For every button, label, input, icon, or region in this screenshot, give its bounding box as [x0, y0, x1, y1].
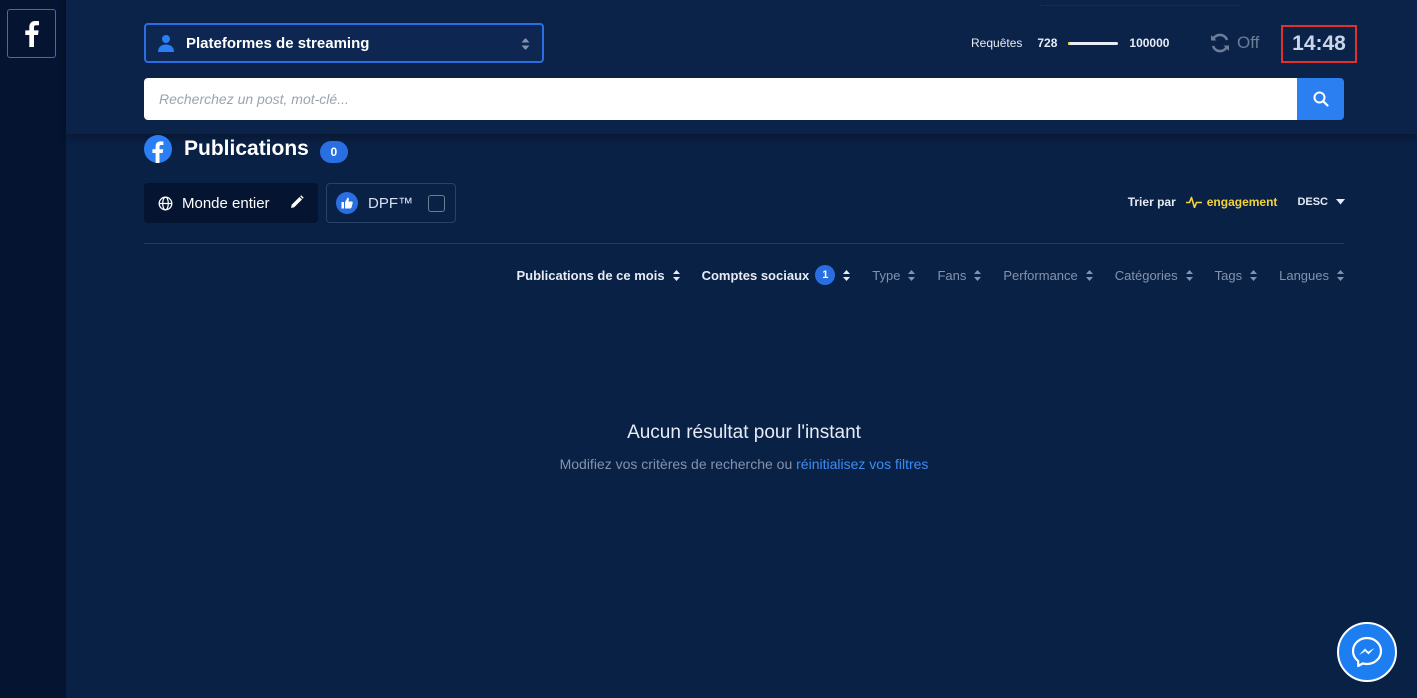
clock: 14:48: [1281, 25, 1357, 63]
region-selector[interactable]: Monde entier: [144, 183, 318, 223]
facebook-icon: [144, 135, 172, 163]
requests-counter: Requêtes 728 100000: [971, 36, 1169, 50]
filter-dropdown[interactable]: Fans: [937, 267, 982, 283]
requests-limit: 100000: [1129, 36, 1170, 50]
sort-arrows-icon: [908, 269, 916, 281]
pencil-icon[interactable]: [289, 195, 304, 210]
sort-arrows-icon: [1337, 269, 1344, 281]
filter-dropdown[interactable]: Tags: [1214, 267, 1258, 283]
sidebar: [0, 0, 66, 698]
top-divider: [1040, 0, 1240, 6]
dpf-label: DPF™: [368, 194, 413, 212]
auto-refresh-toggle[interactable]: Off: [1209, 33, 1259, 53]
auto-refresh-state: Off: [1237, 33, 1260, 52]
divider: [144, 243, 1344, 244]
search-bar: [144, 78, 1344, 120]
empty-state-text: Modifiez vos critères de recherche ou: [559, 456, 793, 472]
sort-control: Trier par engagement DESC: [1128, 195, 1345, 209]
filter-dropdown[interactable]: Type: [872, 267, 916, 283]
filter-label: Langues: [1279, 267, 1329, 283]
sort-direction[interactable]: DESC: [1297, 196, 1328, 208]
filter-label: Publications de ce mois: [516, 267, 665, 283]
platform-select[interactable]: Plateformes de streaming: [144, 23, 544, 63]
filter-bar: Publications de ce mois Comptes sociaux 1 T…: [494, 265, 1344, 285]
refresh-icon: [1209, 33, 1231, 53]
region-label: Monde entier: [182, 194, 270, 212]
requests-label: Requêtes: [971, 36, 1023, 50]
sort-arrows-icon: [843, 269, 851, 281]
filter-dropdown[interactable]: Langues: [1279, 268, 1344, 283]
platform-select-label: Plateformes de streaming: [186, 34, 370, 52]
filter-dropdown[interactable]: Comptes sociaux 1: [702, 265, 851, 285]
search-button[interactable]: [1297, 78, 1344, 120]
messenger-chat-button[interactable]: [1337, 622, 1397, 682]
page-title: Publications: [184, 137, 309, 160]
filter-label: Type: [872, 267, 901, 283]
filter-label: Comptes sociaux: [701, 267, 810, 283]
sort-arrows-icon: [1085, 269, 1093, 281]
requests-progress-bar: [1068, 41, 1119, 45]
filter-dropdown[interactable]: Publications de ce mois: [516, 267, 680, 283]
caret-down-icon[interactable]: [1336, 199, 1345, 205]
user-icon: [156, 33, 176, 53]
empty-state-title: Aucun résultat pour l'instant: [627, 422, 861, 443]
filter-label: Catégories: [1114, 267, 1178, 283]
filter-label: Performance: [1003, 267, 1078, 283]
empty-state-subtitle: Modifiez vos critères de recherche ou ré…: [144, 456, 1344, 472]
sort-label: Trier par: [1127, 195, 1176, 209]
dpf-checkbox[interactable]: [428, 195, 445, 212]
filter-dropdown[interactable]: Catégories: [1115, 268, 1193, 283]
requests-progress-fill: [1068, 41, 1071, 45]
filter-label: Tags: [1214, 267, 1243, 283]
thumbs-up-icon: [336, 192, 358, 214]
reset-filters-link[interactable]: réinitialisez vos filtres: [796, 456, 928, 472]
sort-arrows-icon: [974, 269, 982, 281]
filter-dropdown[interactable]: Performance: [1003, 267, 1093, 283]
publications-count-badge: 0: [319, 140, 348, 163]
search-input[interactable]: [144, 78, 1297, 120]
sort-arrows-icon: [1185, 269, 1193, 281]
requests-used: 728: [1037, 36, 1058, 50]
globe-icon: [158, 196, 173, 211]
sidebar-facebook-button[interactable]: [7, 9, 56, 58]
sort-field[interactable]: engagement: [1207, 195, 1278, 209]
pulse-icon: [1185, 196, 1202, 208]
filter-count-badge: 1: [815, 265, 836, 285]
filter-label: Fans: [937, 267, 967, 283]
dpf-toggle[interactable]: DPF™: [326, 183, 456, 223]
messenger-icon: [1351, 636, 1383, 668]
search-icon: [1313, 91, 1329, 107]
select-arrows-icon: [521, 38, 530, 50]
sort-arrows-icon: [1250, 269, 1258, 281]
sort-arrows-icon: [672, 269, 680, 281]
publications-header: Publications 0: [144, 135, 348, 163]
facebook-icon: [24, 20, 39, 47]
